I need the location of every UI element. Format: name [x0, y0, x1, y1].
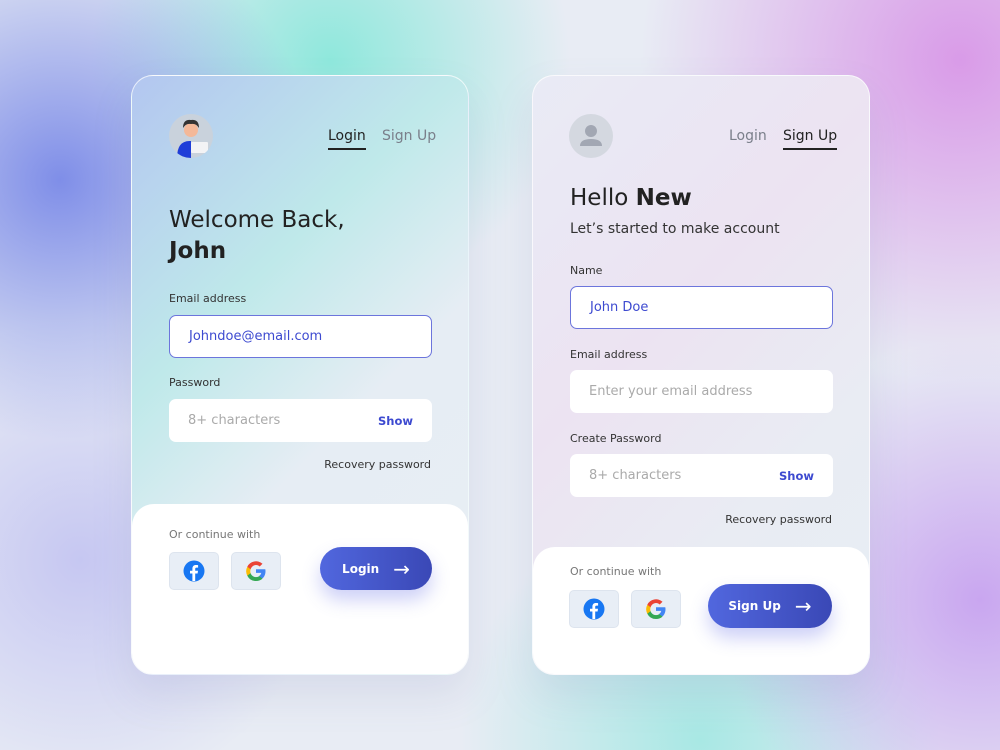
login-card: Login Sign Up Welcome Back, John Email a… [131, 75, 469, 675]
password-label: Password [169, 376, 221, 389]
tab-sign-up[interactable]: Sign Up [382, 128, 436, 144]
sign-up-button-label: Sign Up [728, 599, 781, 613]
facebook-icon [583, 598, 605, 620]
show-password-button[interactable]: Show [779, 469, 814, 483]
bottom-panel: Or continue with Sign Up → [533, 547, 869, 674]
arrow-right-icon: → [794, 594, 812, 618]
google-button[interactable] [631, 590, 681, 628]
google-icon [646, 599, 666, 619]
name-value: John Doe [590, 300, 649, 315]
tab-login[interactable]: Login [729, 128, 767, 144]
password-placeholder: 8+ characters [589, 468, 682, 483]
password-placeholder: 8+ characters [188, 413, 281, 428]
recovery-password-link[interactable]: Recovery password [725, 513, 832, 526]
continue-with-label: Or continue with [570, 565, 662, 578]
google-icon [246, 561, 266, 581]
arrow-right-icon: → [393, 556, 410, 581]
greeting-text: Hello [570, 185, 629, 211]
email-value: Johndoe@email.com [189, 329, 323, 344]
google-button[interactable] [231, 552, 281, 590]
user-avatar [169, 114, 213, 158]
bottom-panel: Or continue with Login → [132, 504, 468, 674]
user-icon [580, 125, 602, 146]
facebook-icon [183, 560, 205, 582]
recovery-password-link[interactable]: Recovery password [324, 458, 431, 471]
name-label: Name [570, 264, 603, 277]
email-label: Email address [169, 292, 247, 305]
password-input[interactable]: 8+ characters Show [570, 454, 833, 497]
tab-login[interactable]: Login [328, 128, 366, 150]
default-avatar [569, 114, 613, 158]
password-label: Create Password [570, 432, 662, 445]
signup-card: Login Sign Up Hello New Let’s started to… [532, 75, 870, 675]
name-input[interactable]: John Doe [570, 286, 833, 329]
email-placeholder: Enter your email address [589, 384, 753, 399]
email-input[interactable]: Enter your email address [570, 370, 833, 413]
password-input[interactable]: 8+ characters Show [169, 399, 432, 442]
greeting: Welcome Back, [169, 207, 345, 233]
show-password-button[interactable]: Show [378, 414, 413, 428]
sign-up-button[interactable]: Sign Up → [708, 584, 832, 628]
greeting: Hello New [570, 185, 692, 211]
greeting-bold: New [635, 185, 692, 211]
subtitle: Let’s started to make account [570, 221, 780, 237]
facebook-button[interactable] [569, 590, 619, 628]
email-input[interactable]: Johndoe@email.com [169, 315, 432, 358]
login-button-label: Login [342, 561, 380, 576]
user-name: John [169, 238, 227, 264]
facebook-button[interactable] [169, 552, 219, 590]
tab-sign-up[interactable]: Sign Up [783, 128, 838, 150]
login-button[interactable]: Login → [320, 547, 432, 590]
continue-with-label: Or continue with [169, 528, 261, 541]
email-label: Email address [570, 348, 648, 361]
